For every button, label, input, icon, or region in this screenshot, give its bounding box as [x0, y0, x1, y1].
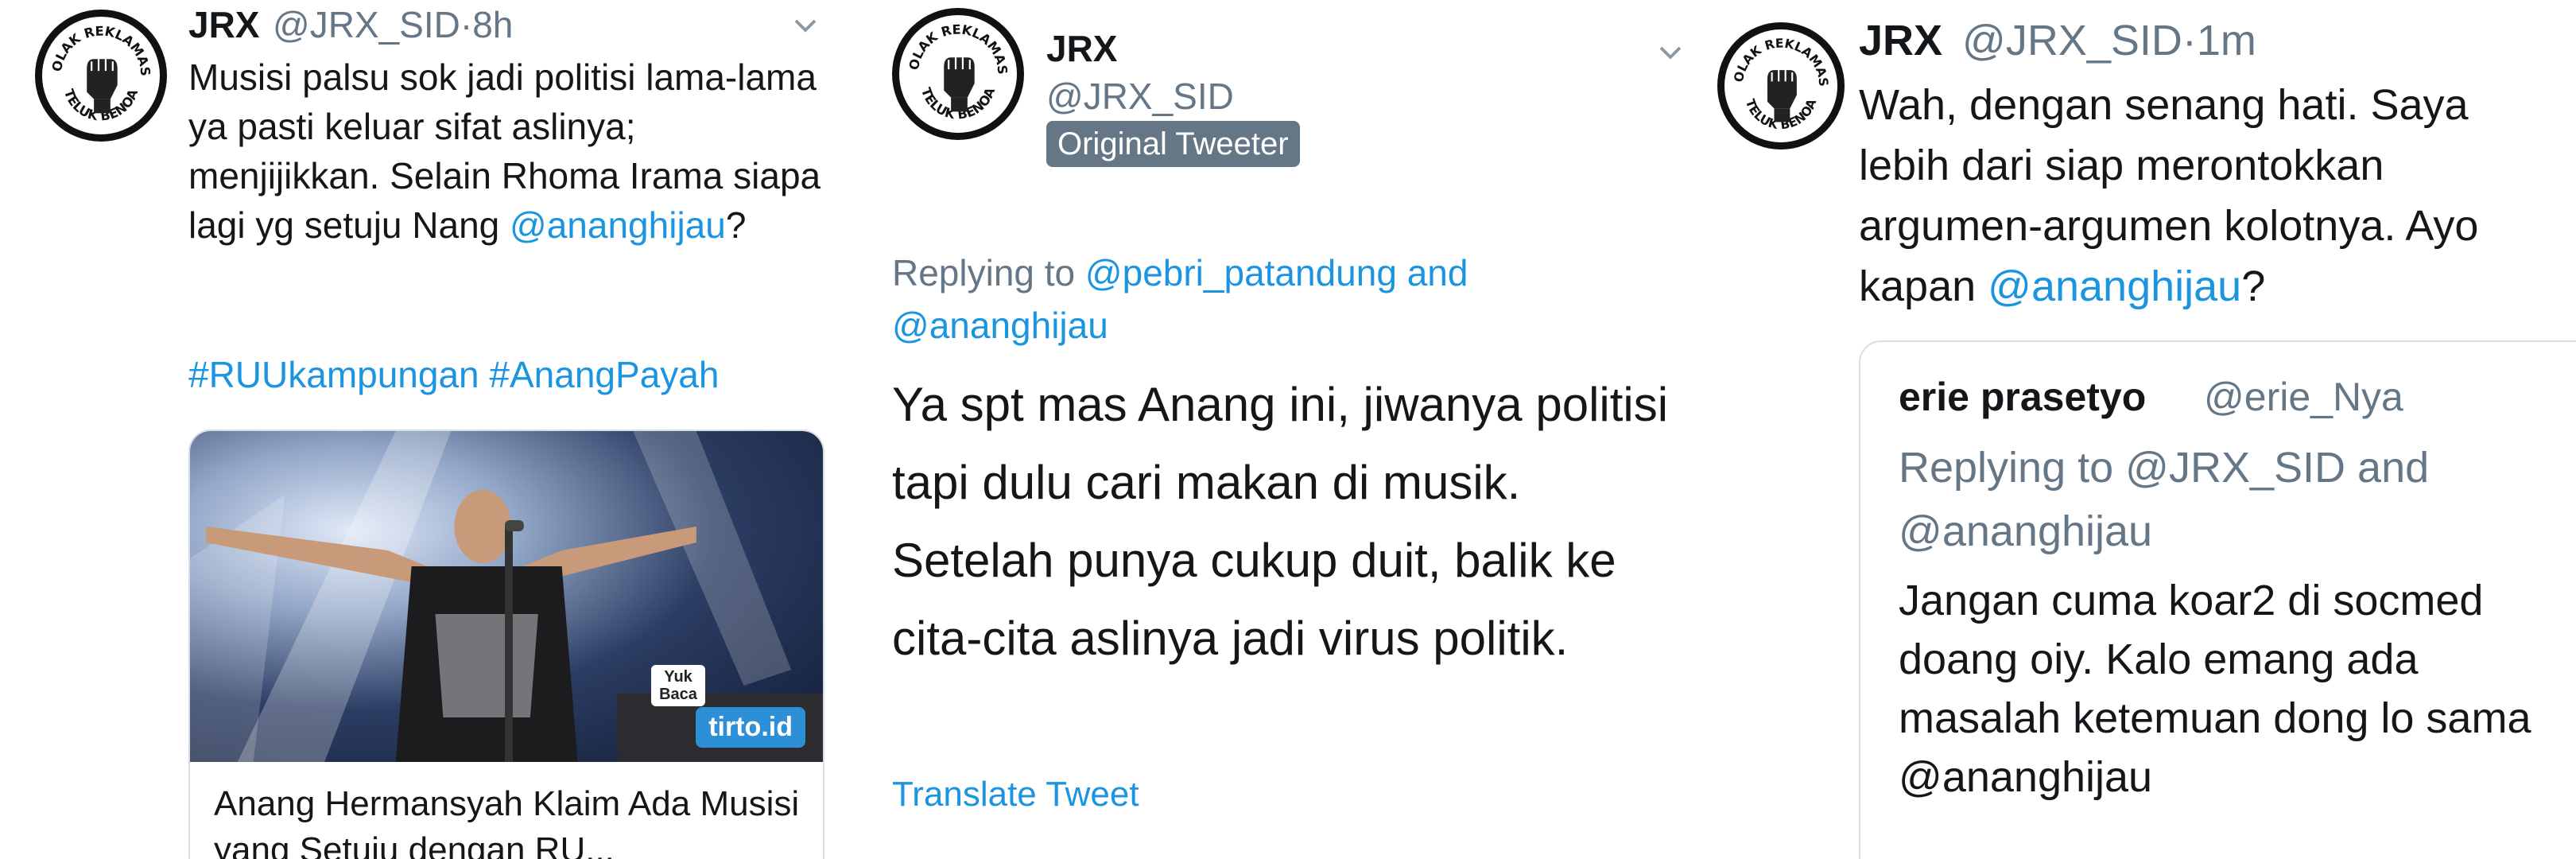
- author-name[interactable]: JRX: [1859, 16, 1942, 65]
- tweet-panel-2: TOLAK REKLAMASI TELUK BENOA JRX @JRX_SID…: [859, 0, 1717, 859]
- author-name[interactable]: JRX: [188, 3, 259, 46]
- tweet-panel-3: TOLAK REKLAMASI TELUK BENOA JRX @JRX_SID…: [1717, 0, 2576, 859]
- quoted-author-name: erie prasetyo: [1899, 375, 2147, 419]
- tweet-text: Musisi palsu sok jadi politisi lama-lama…: [188, 56, 821, 246]
- card-title: Anang Hermansyah Klaim Ada Musisi yang S…: [214, 784, 800, 859]
- fist-logo-icon: TOLAK REKLAMASI TELUK BENOA: [899, 15, 1011, 122]
- chevron-down-icon[interactable]: [791, 11, 820, 40]
- original-tweeter-badge: Original Tweeter: [1046, 121, 1300, 167]
- quoted-tweet[interactable]: erie prasetyo @erie_Nya Replying to @JRX…: [1859, 340, 2576, 859]
- author-handle[interactable]: @JRX_SID: [1046, 75, 1234, 118]
- fist-logo-icon: TOLAK REKLAMASI TELUK BENOA: [42, 17, 153, 124]
- card-sticker: Yuk Baca: [651, 665, 705, 706]
- replying-to: Replying to @pebri_patandung and @anangh…: [892, 252, 1468, 346]
- author-name[interactable]: JRX: [1046, 27, 1117, 70]
- mention-link[interactable]: @ananghijau: [1988, 262, 2241, 310]
- tweet-text: Wah, dengan senang hati. Saya lebih dari…: [1859, 81, 2479, 310]
- author-handle-time[interactable]: @JRX_SID·1m: [1962, 16, 2256, 65]
- avatar[interactable]: TOLAK REKLAMASI TELUK BENOA: [1717, 22, 1845, 150]
- tirto-logo: tirto.id: [696, 707, 805, 748]
- fist-logo-icon: TOLAK REKLAMASI TELUK BENOA: [1724, 29, 1831, 132]
- mention-link[interactable]: @ananghijau: [510, 204, 726, 246]
- translate-tweet-link[interactable]: Translate Tweet: [892, 772, 1139, 817]
- tweet-text: Ya spt mas Anang ini, jiwanya politisi t…: [892, 378, 1669, 665]
- mention-link[interactable]: @pebri_patandung: [1085, 252, 1397, 293]
- quoted-ellipsis: ...: [1899, 828, 1935, 859]
- avatar[interactable]: TOLAK REKLAMASI TELUK BENOA: [35, 10, 167, 142]
- mention-link[interactable]: @ananghijau: [892, 305, 1108, 346]
- chevron-down-icon[interactable]: [1656, 38, 1685, 67]
- link-card[interactable]: Yuk Baca tirto.id Anang Hermansyah Klaim…: [188, 430, 824, 859]
- author-handle-time[interactable]: @JRX_SID·8h: [273, 3, 513, 46]
- quoted-replying-to: Replying to @JRX_SID and @ananghijau: [1899, 444, 2430, 555]
- quoted-author-handle: @erie_Nya: [2204, 375, 2403, 419]
- tweet-panel-1: TOLAK REKLAMASI TELUK BENOA JRX @JRX_SID…: [0, 0, 859, 859]
- hashtags[interactable]: #RUUkampungan #AnangPayah: [188, 352, 719, 399]
- card-image: Yuk Baca tirto.id: [190, 431, 823, 762]
- avatar[interactable]: TOLAK REKLAMASI TELUK BENOA: [892, 8, 1024, 140]
- quoted-tweet-text: Jangan cuma koar2 di socmed doang oiy. K…: [1899, 577, 2531, 801]
